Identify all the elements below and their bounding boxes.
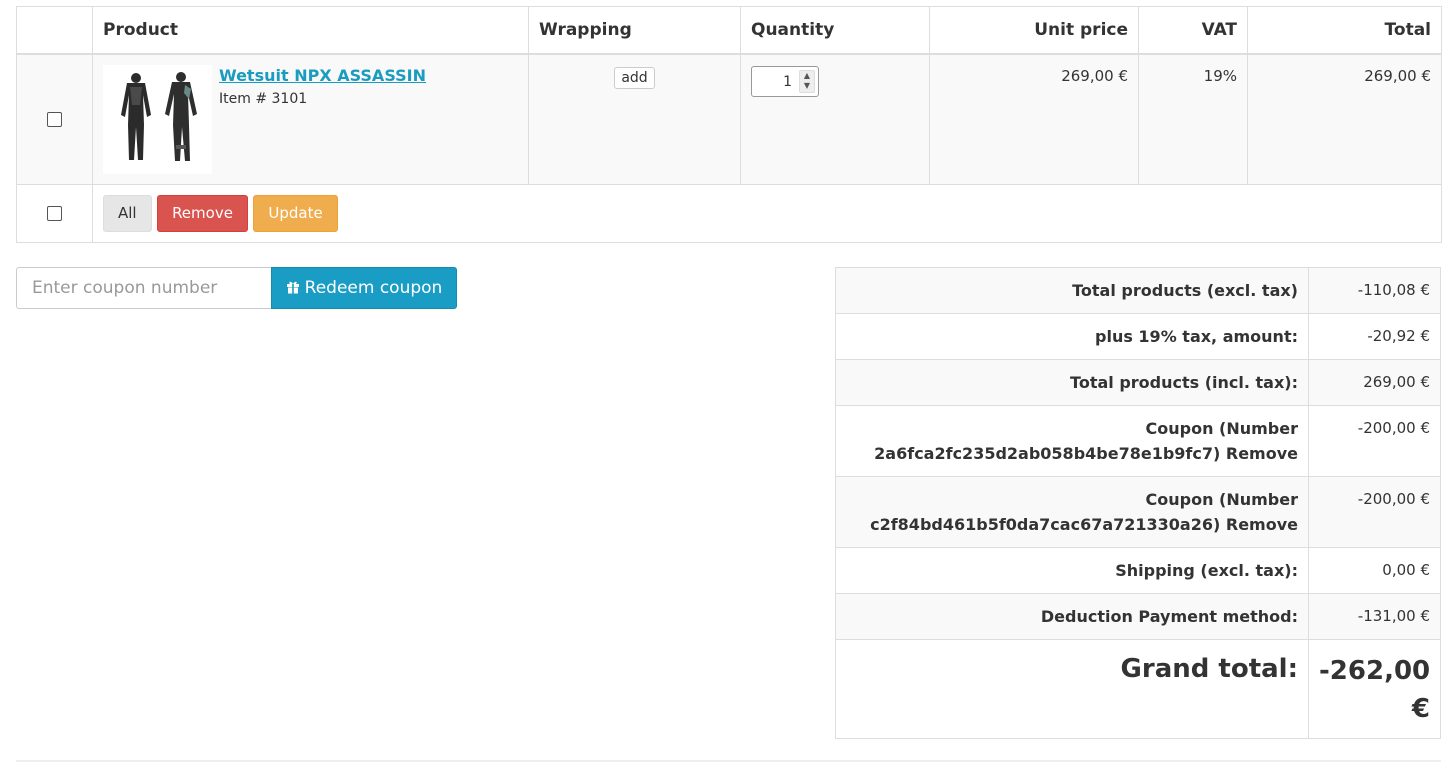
- totals-label: plus 19% tax, amount:: [835, 313, 1309, 360]
- cart-actions-row: All Remove Update: [16, 184, 1442, 243]
- gift-icon: [286, 281, 299, 294]
- select-cell: [16, 53, 93, 185]
- select-all-checkbox[interactable]: [47, 206, 62, 221]
- coupon-row: Coupon (Number 2a6fca2fc235d2ab058b4be78…: [835, 405, 1441, 477]
- grand-total-label: Grand total:: [835, 639, 1309, 739]
- totals-table: Total products (excl. tax) -110,08 € plu…: [835, 267, 1441, 739]
- wrapping-cell: add: [528, 53, 741, 185]
- totals-value: -131,00 €: [1308, 593, 1441, 640]
- totals-label: Shipping (excl. tax):: [835, 547, 1309, 594]
- totals-row: Total products (excl. tax) -110,08 €: [835, 267, 1441, 314]
- product-sku: Item # 3101: [219, 90, 308, 107]
- wetsuit-icon: [121, 71, 197, 161]
- product-name-link[interactable]: Wetsuit NPX ASSASSIN: [219, 66, 426, 85]
- totals-value: 0,00 €: [1308, 547, 1441, 594]
- redeem-coupon-label: Redeem coupon: [304, 278, 443, 298]
- unit-price-cell: 269,00 €: [929, 53, 1139, 185]
- header-select: [16, 6, 93, 55]
- vat-cell: 19%: [1138, 53, 1248, 185]
- coupon-value: -200,00 €: [1308, 476, 1441, 548]
- header-total: Total: [1247, 6, 1442, 55]
- redeem-coupon-button[interactable]: Redeem coupon: [271, 267, 457, 309]
- totals-label: Total products (incl. tax):: [835, 359, 1309, 406]
- grand-total-value: -262,00 €: [1308, 639, 1441, 739]
- table-row: Wetsuit NPX ASSASSIN Item # 3101 add 1 ▲…: [16, 53, 1442, 185]
- select-all-button[interactable]: All: [103, 195, 152, 232]
- total-cell: 269,00 €: [1247, 53, 1442, 185]
- header-vat: VAT: [1138, 6, 1248, 55]
- cart-table: Product Wrapping Quantity Unit price VAT…: [16, 6, 1442, 243]
- coupon-label[interactable]: Coupon (Number c2f84bd461b5f0da7cac67a72…: [835, 476, 1309, 548]
- divider: [16, 760, 1441, 762]
- cart-header-row: Product Wrapping Quantity Unit price VAT…: [16, 6, 1442, 55]
- coupon-input[interactable]: Enter coupon number: [16, 267, 271, 309]
- totals-row: plus 19% tax, amount: -20,92 €: [835, 313, 1441, 360]
- totals-row: Total products (incl. tax): 269,00 €: [835, 359, 1441, 406]
- select-all-cell: [16, 184, 93, 243]
- add-wrapping-button[interactable]: add: [614, 66, 655, 89]
- product-cell: Wetsuit NPX ASSASSIN Item # 3101: [92, 53, 529, 185]
- quantity-cell: 1 ▲ ▼: [740, 53, 930, 185]
- totals-value: -20,92 €: [1308, 313, 1441, 360]
- totals-label: Total products (excl. tax): [835, 267, 1309, 314]
- coupon-form: Enter coupon number Redeem coupon: [16, 267, 457, 309]
- quantity-stepper[interactable]: 1 ▲ ▼: [751, 65, 819, 97]
- totals-value: -110,08 €: [1308, 267, 1441, 314]
- totals-label: Deduction Payment method:: [835, 593, 1309, 640]
- item-checkbox[interactable]: [47, 111, 62, 127]
- grand-total-row: Grand total: -262,00 €: [835, 639, 1441, 739]
- header-wrapping: Wrapping: [528, 6, 741, 55]
- product-image[interactable]: [103, 64, 212, 174]
- header-quantity: Quantity: [740, 6, 930, 55]
- update-button[interactable]: Update: [253, 195, 338, 232]
- totals-value: 269,00 €: [1308, 359, 1441, 406]
- coupon-value: -200,00 €: [1308, 405, 1441, 477]
- totals-row: Shipping (excl. tax): 0,00 €: [835, 547, 1441, 594]
- header-product: Product: [92, 6, 529, 55]
- header-unit-price: Unit price: [929, 6, 1139, 55]
- quantity-value: 1: [783, 73, 792, 90]
- coupon-row: Coupon (Number c2f84bd461b5f0da7cac67a72…: [835, 476, 1441, 548]
- spinner-icon[interactable]: ▲ ▼: [799, 69, 815, 93]
- remove-button[interactable]: Remove: [157, 195, 248, 232]
- actions-cell: All Remove Update: [92, 184, 1442, 243]
- totals-row: Deduction Payment method: -131,00 €: [835, 593, 1441, 640]
- coupon-label[interactable]: Coupon (Number 2a6fca2fc235d2ab058b4be78…: [835, 405, 1309, 477]
